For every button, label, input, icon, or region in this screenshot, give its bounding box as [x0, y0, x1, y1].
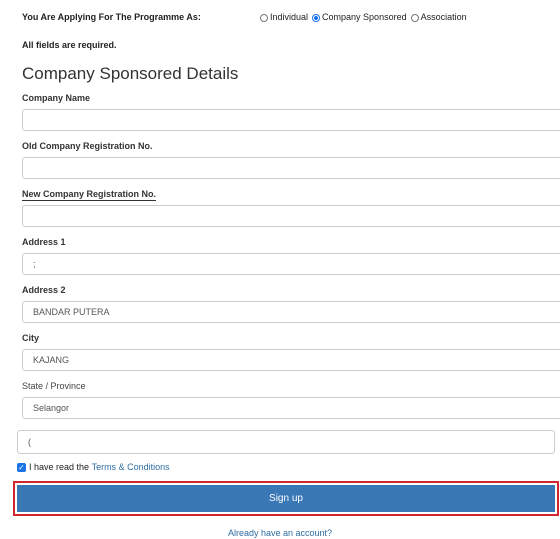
radio-selected-icon	[312, 13, 321, 22]
required-note: All fields are required.	[22, 40, 117, 50]
radio-label: Association	[420, 12, 467, 22]
radio-label: Individual	[270, 12, 309, 22]
applying-label: You Are Applying For The Programme As:	[22, 12, 201, 22]
new-registration-input[interactable]	[22, 205, 560, 227]
city-label: City	[22, 333, 40, 343]
state-select[interactable]: Selangor	[22, 397, 560, 419]
state-label: State / Province	[22, 381, 86, 391]
old-registration-label: Old Company Registration No.	[22, 141, 153, 151]
signup-highlight: Sign up	[13, 481, 559, 516]
section-title: Company Sponsored Details	[22, 64, 239, 83]
new-registration-label: New Company Registration No.	[22, 189, 157, 201]
signup-button[interactable]: Sign up	[17, 485, 555, 512]
company-name-label: Company Name	[22, 93, 91, 103]
applying-options: Individual Company Sponsored Association	[260, 12, 467, 22]
city-input[interactable]: KAJANG	[22, 349, 560, 371]
address1-label: Address 1	[22, 237, 66, 247]
radio-icon	[260, 13, 268, 22]
terms-checkbox[interactable]: ✓	[17, 462, 26, 472]
radio-individual[interactable]: Individual	[260, 12, 308, 22]
company-name-input[interactable]	[22, 109, 560, 131]
old-registration-input[interactable]	[22, 157, 560, 179]
radio-association[interactable]: Association	[410, 12, 467, 22]
radio-label: Company Sponsored	[322, 12, 407, 22]
radio-company-sponsored[interactable]: Company Sponsored	[312, 12, 407, 22]
terms-text: I have read the	[29, 462, 90, 472]
address1-input[interactable]: ;	[22, 253, 560, 275]
terms-link[interactable]: Terms & Conditions	[92, 462, 170, 472]
address2-label: Address 2	[22, 285, 66, 295]
extra-input[interactable]: (	[17, 430, 555, 454]
login-link[interactable]: Already have an account?	[0, 528, 560, 538]
radio-icon	[410, 13, 419, 22]
address2-input[interactable]: BANDAR PUTERA	[22, 301, 560, 323]
terms-row: ✓ I have read the Terms & Conditions	[17, 462, 170, 472]
